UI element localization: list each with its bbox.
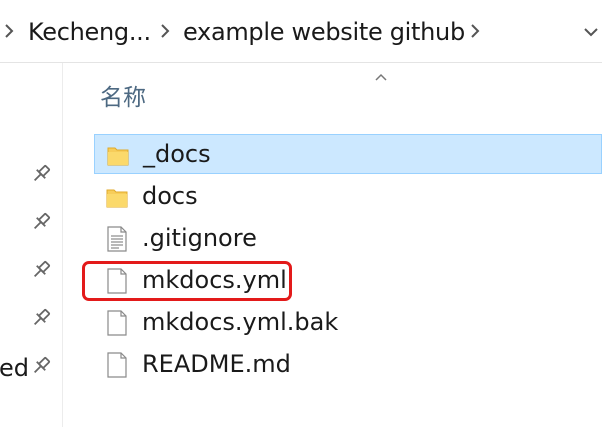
pin-icon[interactable] xyxy=(31,259,51,281)
list-item-file-mkdocs-yml[interactable]: mkdocs.yml xyxy=(94,261,602,301)
file-name: README.md xyxy=(142,350,291,378)
file-name: .gitignore xyxy=(142,224,257,252)
column-header-name[interactable]: 名称 xyxy=(100,84,146,112)
list-item-folder-_docs[interactable]: _docs xyxy=(94,134,602,174)
file-icon xyxy=(105,352,129,378)
list-item-folder-docs[interactable]: docs xyxy=(94,177,602,217)
pin-icon[interactable] xyxy=(31,211,51,233)
list-item-file-gitignore[interactable]: .gitignore xyxy=(94,219,602,259)
pin-icon[interactable] xyxy=(31,307,51,329)
pin-icon[interactable] xyxy=(31,163,51,185)
pin-icon[interactable] xyxy=(31,355,51,377)
text-file-icon xyxy=(105,226,129,252)
file-icon xyxy=(105,268,129,294)
chevron-down-icon[interactable] xyxy=(583,24,602,40)
file-explorer-window: Kecheng... example website github ed 名称 … xyxy=(0,0,602,427)
file-name: docs xyxy=(142,182,198,210)
file-name: _docs xyxy=(143,140,211,168)
file-icon xyxy=(105,310,129,336)
folder-icon xyxy=(105,184,129,210)
breadcrumb-item-kecheng[interactable]: Kecheng... xyxy=(28,17,151,47)
file-name: mkdocs.yml xyxy=(142,266,287,294)
sort-ascending-icon[interactable] xyxy=(374,67,388,81)
chevron-right-icon[interactable] xyxy=(2,19,16,43)
nav-item-label-partial[interactable]: ed xyxy=(0,353,29,383)
breadcrumb-item-current-folder[interactable]: example website github xyxy=(183,17,465,47)
folder-icon xyxy=(106,142,130,168)
navigation-pane: ed xyxy=(0,63,63,427)
chevron-right-icon[interactable] xyxy=(468,19,482,43)
file-name: mkdocs.yml.bak xyxy=(142,308,339,336)
list-item-file-readme-md[interactable]: README.md xyxy=(94,345,602,385)
breadcrumb: Kecheng... example website github xyxy=(0,0,602,63)
list-item-file-mkdocs-yml-bak[interactable]: mkdocs.yml.bak xyxy=(94,303,602,343)
chevron-right-icon[interactable] xyxy=(158,19,172,43)
